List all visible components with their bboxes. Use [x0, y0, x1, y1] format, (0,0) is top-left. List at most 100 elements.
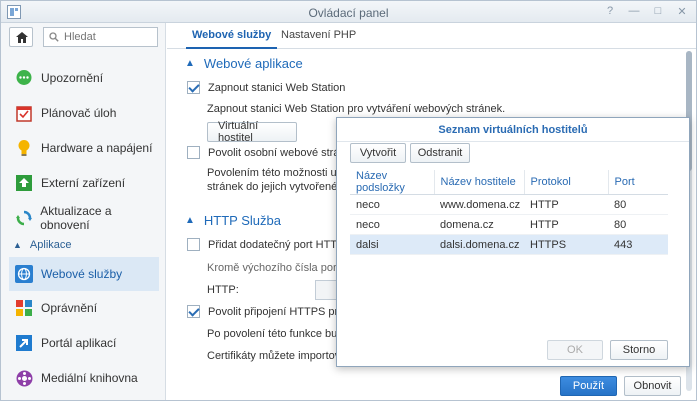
sidebar-item-label: Upozornění: [41, 71, 104, 85]
sidebar-item-label: Aktualizace a obnovení: [40, 204, 112, 232]
enable-web-station-row[interactable]: Zapnout stanici Web Station: [187, 81, 345, 94]
media-icon: [15, 369, 33, 387]
extra-http-port-checkbox[interactable]: [187, 238, 200, 251]
sidebar-item-label: Externí zařízení: [41, 176, 126, 190]
chevron-up-icon: ▲: [185, 58, 195, 69]
cell-host: www.domena.cz: [434, 194, 524, 215]
search-input[interactable]: [64, 30, 154, 44]
http-service-heading[interactable]: ▲ HTTP Služba: [185, 213, 281, 228]
chevron-up-icon: ▲: [13, 240, 22, 250]
column-header-protocol[interactable]: Protokol: [524, 170, 609, 195]
cell-folder: neco: [350, 194, 434, 215]
table-row[interactable]: neco www.domena.cz HTTP 80: [350, 194, 668, 215]
window-controls: ? — □ ✕: [604, 5, 688, 18]
sidebar-item-label: Webové služby: [41, 267, 123, 281]
certificates-description: Certifikáty můžete importovat: [207, 350, 350, 362]
cell-port: 80: [608, 214, 668, 235]
personal-websites-description-2: stránek do jejich vytvořené slo: [207, 181, 355, 193]
window-title: Ovládací panel: [308, 6, 389, 20]
extra-http-port-row[interactable]: Přidat dodatečný port HTTP: [187, 238, 344, 251]
sidebar-section-applications[interactable]: ▲ Aplikace: [9, 235, 159, 255]
checkbox-label: Zapnout stanici Web Station: [208, 81, 346, 94]
sidebar-item-label: Portál aplikací: [41, 336, 117, 350]
close-icon[interactable]: ✕: [676, 5, 688, 18]
home-button[interactable]: [9, 27, 33, 47]
virtual-host-table: Název podsložky Název hostitele Protokol…: [350, 170, 668, 255]
create-button[interactable]: Vytvořit: [350, 143, 406, 163]
sidebar-item-update-restore[interactable]: Aktualizace a obnovení: [9, 201, 159, 235]
cell-folder: dalsi: [350, 234, 434, 255]
sidebar-item-label: Mediální knihovna: [41, 371, 138, 385]
sidebar-item-notifications[interactable]: Upozornění: [9, 61, 159, 95]
search-box[interactable]: [43, 27, 158, 47]
table-row[interactable]: neco domena.cz HTTP 80: [350, 214, 668, 235]
checkbox-label: Přidat dodatečný port HTTP: [208, 238, 345, 251]
sidebar-item-label: Oprávnění: [41, 301, 98, 315]
title-bar: Ovládací panel ? — □ ✕: [1, 1, 696, 23]
portal-icon: [15, 334, 33, 352]
dialog-title: Seznam virtuálních hostitelů: [337, 118, 689, 142]
cell-host: domena.cz: [434, 214, 524, 235]
home-icon: [16, 32, 28, 43]
personal-websites-description-1: Povolením této možnosti umož: [207, 167, 358, 179]
control-panel-window: Ovládací panel ? — □ ✕ Upozornění: [0, 0, 697, 401]
sidebar-item-task-scheduler[interactable]: Plánovač úloh: [9, 96, 159, 130]
extra-http-port-description: Kromě výchozího čísla portu 8: [207, 262, 355, 274]
column-header-host[interactable]: Název hostitele: [434, 170, 525, 195]
sidebar-item-media-library[interactable]: Mediální knihovna: [9, 361, 159, 395]
chat-bubble-icon: [15, 69, 33, 87]
sidebar: Upozornění Plánovač úloh Hardware a napá…: [1, 23, 166, 400]
sidebar-item-external-devices[interactable]: Externí zařízení: [9, 166, 159, 200]
tab-web-services[interactable]: Webové služby: [185, 29, 278, 49]
cell-port: 443: [608, 234, 668, 255]
globe-icon: [15, 265, 33, 283]
refresh-button[interactable]: Obnovit: [624, 376, 681, 396]
personal-websites-checkbox[interactable]: [187, 146, 200, 159]
tab-php-settings[interactable]: Nastavení PHP: [281, 29, 356, 41]
sidebar-item-label: Hardware a napájení: [41, 141, 153, 155]
tab-bar: Webové služby Nastavení PHP: [167, 23, 696, 49]
cell-port: 80: [608, 194, 668, 215]
sidebar-item-web-services[interactable]: Webové služby: [9, 257, 159, 291]
virtual-host-dialog: Seznam virtuálních hostitelů Vytvořit Od…: [336, 117, 690, 367]
enable-web-station-checkbox[interactable]: [187, 81, 200, 94]
checkbox-label: Povolit osobní webové stránky: [208, 146, 357, 159]
sidebar-item-label: Plánovač úloh: [41, 106, 117, 120]
chevron-up-icon: ▲: [185, 215, 195, 226]
enable-web-station-description: Zapnout stanici Web Station pro vytvářen…: [207, 103, 506, 115]
sidebar-item-application-portal[interactable]: Portál aplikací: [9, 326, 159, 360]
cell-protocol: HTTPS: [524, 234, 608, 255]
delete-button[interactable]: Odstranit: [410, 143, 470, 163]
ok-button[interactable]: OK: [547, 340, 603, 360]
help-icon[interactable]: ?: [604, 5, 616, 18]
upload-icon: [15, 174, 33, 192]
sidebar-item-hardware-power[interactable]: Hardware a napájení: [9, 131, 159, 165]
sidebar-item-permissions[interactable]: Oprávnění: [9, 291, 159, 325]
section-title: Webové aplikace: [203, 56, 303, 71]
https-checkbox[interactable]: [187, 305, 200, 318]
https-description: Po povolení této funkce budou: [207, 328, 356, 340]
personal-websites-row[interactable]: Povolit osobní webové stránky: [187, 146, 357, 159]
section-title: HTTP Služba: [203, 213, 281, 228]
column-header-port[interactable]: Port: [608, 170, 668, 195]
cell-folder: neco: [350, 214, 434, 235]
cancel-button[interactable]: Storno: [610, 340, 668, 360]
calendar-icon: [15, 104, 33, 122]
http-port-label: HTTP:: [207, 284, 239, 296]
permissions-icon: [15, 299, 33, 317]
web-apps-heading[interactable]: ▲ Webové aplikace: [185, 56, 303, 71]
table-header-row: Název podsložky Název hostitele Protokol…: [350, 170, 668, 195]
cell-protocol: HTTP: [524, 194, 608, 215]
cell-protocol: HTTP: [524, 214, 608, 235]
column-header-folder[interactable]: Název podsložky: [350, 170, 435, 195]
minimize-icon[interactable]: —: [628, 5, 640, 18]
lightbulb-icon: [15, 139, 33, 157]
refresh-icon: [15, 209, 32, 227]
search-icon: [49, 32, 59, 42]
apply-button[interactable]: Použít: [560, 376, 617, 396]
http-port-input[interactable]: [315, 280, 337, 300]
table-row-selected[interactable]: dalsi dalsi.domena.cz HTTPS 443: [350, 234, 668, 255]
sidebar-section-label: Aplikace: [29, 239, 72, 251]
virtual-host-button[interactable]: Virtuální hostitel: [207, 120, 297, 144]
maximize-icon[interactable]: □: [652, 5, 664, 18]
